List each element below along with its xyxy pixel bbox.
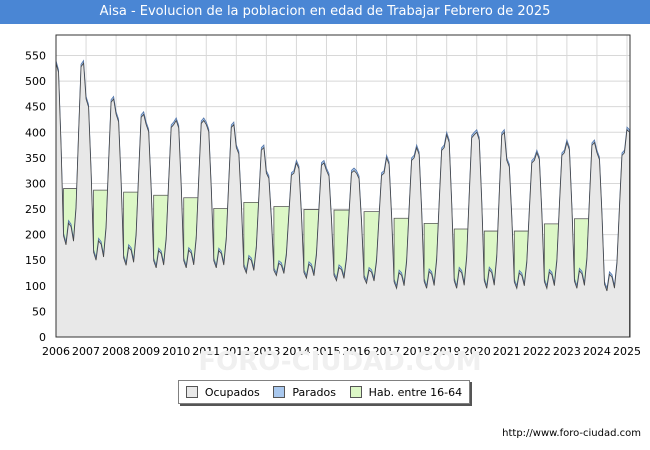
legend-label-ocupados: Ocupados: [204, 385, 260, 399]
x-tick-label: 2010: [162, 345, 190, 358]
y-tick-label: 300: [25, 177, 46, 190]
x-tick-label: 2022: [523, 345, 551, 358]
y-tick-label: 250: [25, 203, 46, 216]
x-tick-label: 2007: [72, 345, 100, 358]
y-tick-label: 400: [25, 126, 46, 139]
legend-label-hab: Hab. entre 16-64: [368, 385, 463, 399]
x-tick-label: 2024: [583, 345, 611, 358]
y-tick-label: 0: [39, 331, 46, 344]
x-tick-label: 2023: [553, 345, 581, 358]
watermark: FORO-CIUDAD.COM: [198, 347, 481, 377]
legend-swatch-ocupados: [185, 386, 198, 398]
y-tick-label: 100: [25, 280, 46, 293]
x-tick-label: 2021: [493, 345, 521, 358]
legend-item-ocupados: Ocupados: [185, 385, 260, 399]
x-tick-label: 2006: [42, 345, 70, 358]
y-tick-label: 350: [25, 152, 46, 165]
legend-item-parados: Parados: [273, 386, 336, 399]
y-tick-label: 550: [25, 49, 46, 62]
y-tick-label: 150: [25, 254, 46, 267]
y-tick-label: 500: [25, 75, 46, 88]
y-tick-label: 50: [32, 305, 46, 318]
legend-swatch-hab: [349, 386, 362, 398]
x-tick-label: 2025: [613, 345, 641, 358]
legend-swatch-parados: [273, 386, 286, 398]
y-tick-label: 450: [25, 101, 46, 114]
y-tick-label: 200: [25, 229, 46, 242]
legend-item-hab: Hab. entre 16-64: [349, 385, 463, 399]
x-tick-label: 2008: [102, 345, 130, 358]
source-url: http://www.foro-ciudad.com: [502, 428, 641, 439]
legend-label-parados: Parados: [292, 385, 336, 399]
x-tick-label: 2009: [132, 345, 160, 358]
legend: Ocupados Parados Hab. entre 16-64: [178, 380, 470, 404]
